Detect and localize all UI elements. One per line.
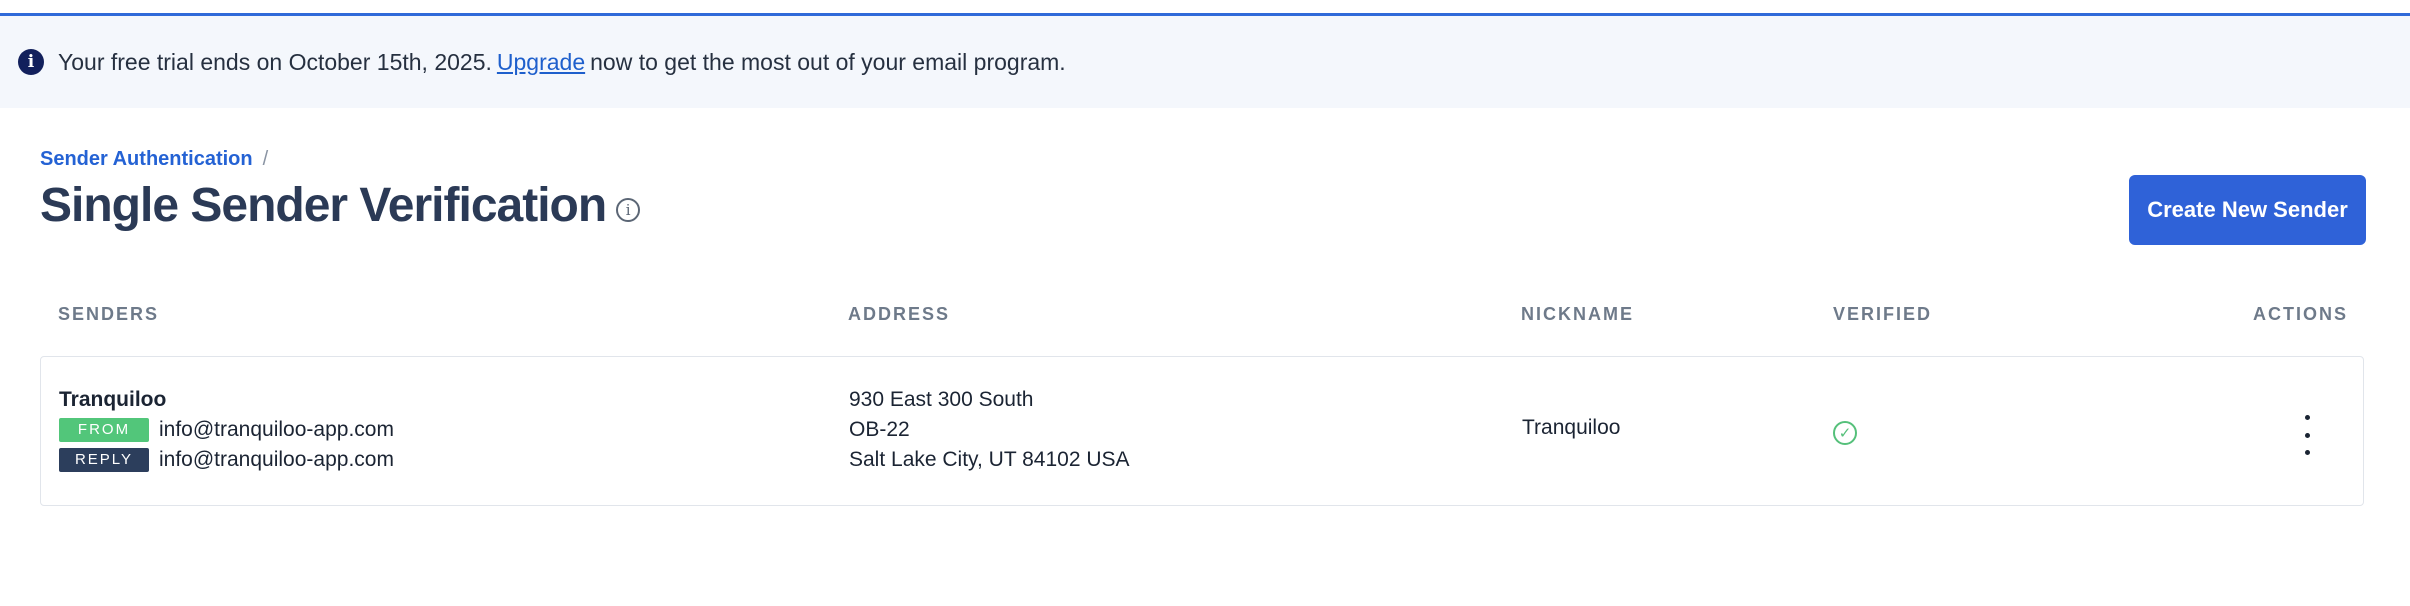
column-header-verified: VERIFIED — [1833, 304, 1933, 324]
sender-cell: Tranquiloo FROM info@tranquiloo-app.com … — [59, 385, 394, 475]
create-new-sender-button[interactable]: Create New Sender — [2129, 175, 2366, 245]
page-title: Single Sender Verification — [40, 179, 607, 232]
sender-name: Tranquiloo — [59, 388, 167, 411]
from-line: FROM info@tranquiloo-app.com — [59, 415, 394, 445]
breadcrumb-sender-authentication[interactable]: Sender Authentication — [40, 148, 253, 171]
trial-banner: i Your free trial ends on October 15th, … — [0, 16, 2410, 108]
from-badge: FROM — [59, 418, 149, 442]
verified-cell: ✓ — [1833, 421, 1857, 445]
banner-text-before: Your free trial ends on October 15th, 20… — [58, 48, 492, 75]
reply-email: info@tranquiloo-app.com — [159, 448, 394, 471]
banner-text-after: now to get the most out of your email pr… — [590, 48, 1066, 75]
table-row: Tranquiloo FROM info@tranquiloo-app.com … — [40, 356, 2364, 506]
address-cell: 930 East 300 South OB-22 Salt Lake City,… — [849, 385, 1130, 475]
info-icon: i — [18, 49, 44, 75]
reply-badge: REPLY — [59, 448, 149, 472]
nickname-cell: Tranquiloo — [1522, 416, 1621, 439]
breadcrumb: Sender Authentication / — [40, 148, 268, 171]
from-email: info@tranquiloo-app.com — [159, 418, 394, 441]
check-circle-icon: ✓ — [1833, 421, 1857, 445]
column-header-actions: ACTIONS — [2253, 304, 2348, 324]
info-outline-icon[interactable]: i — [616, 197, 641, 222]
address-line-1: 930 East 300 South — [849, 388, 1034, 411]
column-header-nickname: NICKNAME — [1521, 304, 1634, 324]
column-header-senders: SENDERS — [58, 304, 160, 324]
column-header-address: ADDRESS — [848, 304, 951, 324]
reply-line: REPLY info@tranquiloo-app.com — [59, 445, 394, 475]
breadcrumb-separator: / — [262, 148, 269, 170]
address-line-2: OB-22 — [849, 418, 910, 441]
upgrade-link[interactable]: Upgrade — [497, 49, 585, 76]
kebab-menu-icon[interactable] — [2295, 415, 2319, 455]
address-line-3: Salt Lake City, UT 84102 USA — [849, 448, 1130, 471]
page-header: Single Sender Verification i — [40, 178, 641, 233]
